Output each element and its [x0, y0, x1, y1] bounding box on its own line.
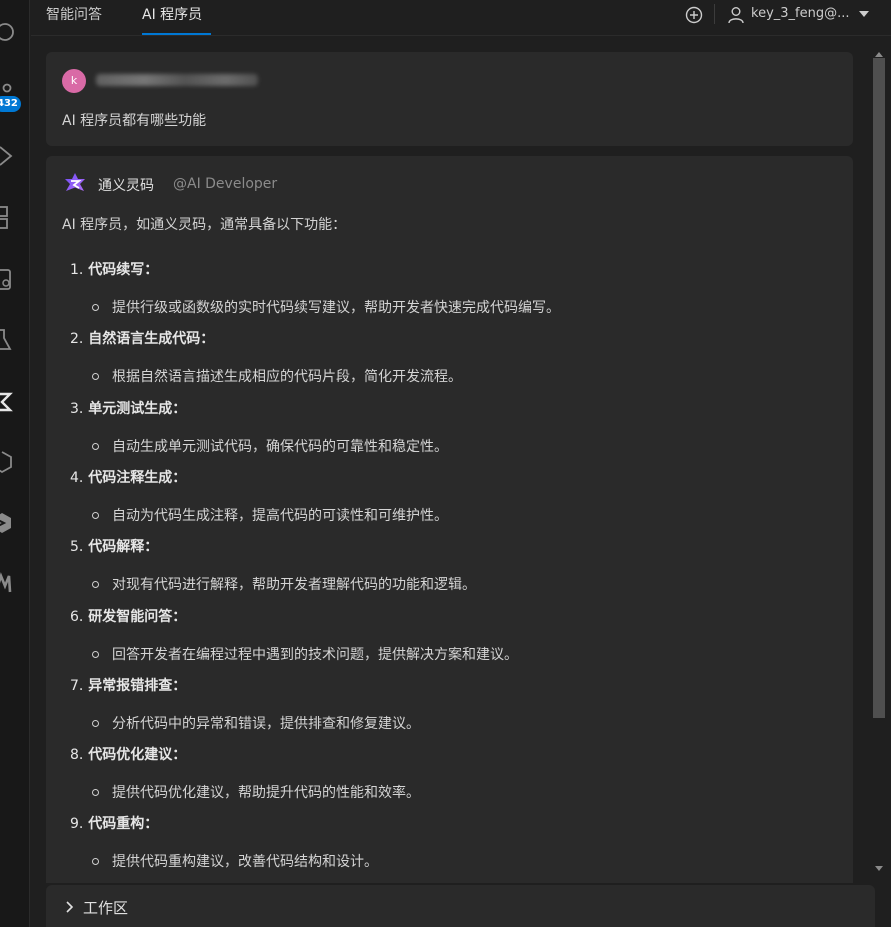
feature-title-text: 代码重构：: [88, 816, 159, 832]
extensions-icon[interactable]: [0, 206, 22, 230]
feature-title-text: 异常报错排查：: [88, 678, 187, 694]
feature-title-text: 自然语言生成代码：: [88, 331, 215, 347]
feature-number: 5.: [70, 539, 84, 555]
toolbar-separator: [714, 4, 715, 24]
feature-description: 提供代码优化建议，帮助提升代码的性能和效率。: [112, 785, 420, 801]
feature-title: 8. 代码优化建议：: [70, 744, 186, 764]
caret-down-icon[interactable]: [857, 6, 871, 26]
feature-number: 2.: [70, 331, 84, 347]
feature-description: 自动生成单元测试代码，确保代码的可靠性和稳定性。: [112, 439, 448, 455]
m-extension-icon[interactable]: [0, 572, 22, 596]
assistant-handle: @AI Developer: [173, 176, 278, 192]
user-question-card: k AI 程序员都有哪些功能: [46, 52, 853, 146]
scrollbar-thumb[interactable]: [873, 58, 885, 718]
feature-description: 提供代码重构建议，改善代码结构和设计。: [112, 854, 378, 870]
scroll-down-arrow-icon[interactable]: [875, 866, 883, 871]
feature-title-text: 单元测试生成：: [88, 401, 187, 417]
answer-intro: AI 程序员，如通义灵码，通常具备以下功能：: [62, 217, 347, 233]
chevron-right-icon[interactable]: [64, 899, 76, 918]
cube-extension-icon[interactable]: [0, 511, 22, 535]
redacted-username: [96, 74, 258, 86]
feature-title-text: 研发智能问答：: [88, 609, 187, 625]
workspace-section[interactable]: 工作区: [46, 885, 875, 927]
bullet-icon: [92, 373, 99, 380]
run-debug-icon[interactable]: [0, 144, 22, 168]
tab-smart-qa[interactable]: 智能问答: [46, 6, 102, 24]
feature-description: 分析代码中的异常和错误，提供排查和修复建议。: [112, 716, 420, 732]
bullet-icon: [92, 581, 99, 588]
bullet-icon: [92, 858, 99, 865]
bullet-icon: [92, 512, 99, 519]
feature-number: 6.: [70, 609, 84, 625]
circle-icon[interactable]: [0, 20, 22, 44]
feature-number: 8.: [70, 747, 84, 763]
tongyi-logo-icon: [65, 173, 85, 191]
tab-bar: 智能问答 AI 程序员 key_3_feng@...: [31, 0, 891, 36]
feature-description: 根据自然语言描述生成相应的代码片段，简化开发流程。: [112, 369, 462, 385]
bullet-icon: [92, 304, 99, 311]
feature-title-text: 代码解释：: [88, 539, 159, 555]
vertical-scrollbar[interactable]: [871, 52, 885, 882]
feature-title: 5. 代码解释：: [70, 536, 158, 556]
chat-panel: 智能问答 AI 程序员 key_3_feng@... k AI 程序员都有哪些功…: [31, 0, 891, 927]
feature-number: 3.: [70, 401, 84, 417]
feature-description: 提供行级或函数级的实时代码续写建议，帮助开发者快速完成代码编写。: [112, 300, 560, 316]
feature-title: 7. 异常报错排查：: [70, 675, 186, 695]
hexagon-extension-icon[interactable]: [0, 450, 22, 474]
feature-description: 回答开发者在编程过程中遇到的技术问题，提供解决方案和建议。: [112, 647, 518, 663]
workspace-label[interactable]: 工作区: [83, 897, 128, 918]
bullet-icon: [92, 720, 99, 727]
conversation-scroll-area[interactable]: k AI 程序员都有哪些功能 通义灵码 @AI Developer AI 程序员…: [31, 38, 871, 883]
feature-title: 4. 代码注释生成：: [70, 467, 186, 487]
feature-title-text: 代码优化建议：: [88, 747, 187, 763]
feature-title: 1. 代码续写：: [70, 259, 158, 279]
active-tab-indicator: [142, 33, 211, 35]
feature-title-text: 代码续写：: [88, 262, 159, 278]
user-avatar: k: [62, 69, 86, 93]
assistant-name: 通义灵码: [98, 178, 154, 194]
user-account-label[interactable]: key_3_feng@...: [751, 6, 850, 21]
bullet-icon: [92, 443, 99, 450]
remote-explorer-icon[interactable]: [0, 268, 22, 292]
bullet-icon: [92, 789, 99, 796]
bullet-icon: [92, 651, 99, 658]
feature-number: 1.: [70, 262, 84, 278]
user-icon[interactable]: [726, 5, 746, 25]
feature-title: 3. 单元测试生成：: [70, 398, 186, 418]
plus-circle-icon[interactable]: [684, 5, 704, 25]
feature-title: 9. 代码重构：: [70, 813, 158, 833]
scroll-up-arrow-icon[interactable]: [875, 52, 883, 57]
feature-number: 4.: [70, 470, 84, 486]
feature-description: 自动为代码生成注释，提高代码的可读性和可维护性。: [112, 508, 448, 524]
tongyi-lingma-icon[interactable]: [0, 390, 22, 414]
testing-flask-icon[interactable]: [0, 328, 22, 352]
question-text: AI 程序员都有哪些功能: [62, 113, 207, 129]
assistant-answer-card: 通义灵码 @AI Developer AI 程序员，如通义灵码，通常具备以下功能…: [46, 156, 853, 883]
feature-description: 对现有代码进行解释，帮助开发者理解代码的功能和逻辑。: [112, 577, 476, 593]
feature-title: 6. 研发智能问答：: [70, 606, 186, 626]
activity-bar: 432: [0, 0, 30, 927]
feature-title-text: 代码注释生成：: [88, 470, 187, 486]
feature-number: 9.: [70, 816, 84, 832]
source-control-badge: 432: [0, 96, 21, 112]
tab-ai-programmer[interactable]: AI 程序员: [142, 6, 202, 24]
feature-number: 7.: [70, 678, 84, 694]
feature-title: 2. 自然语言生成代码：: [70, 328, 214, 348]
